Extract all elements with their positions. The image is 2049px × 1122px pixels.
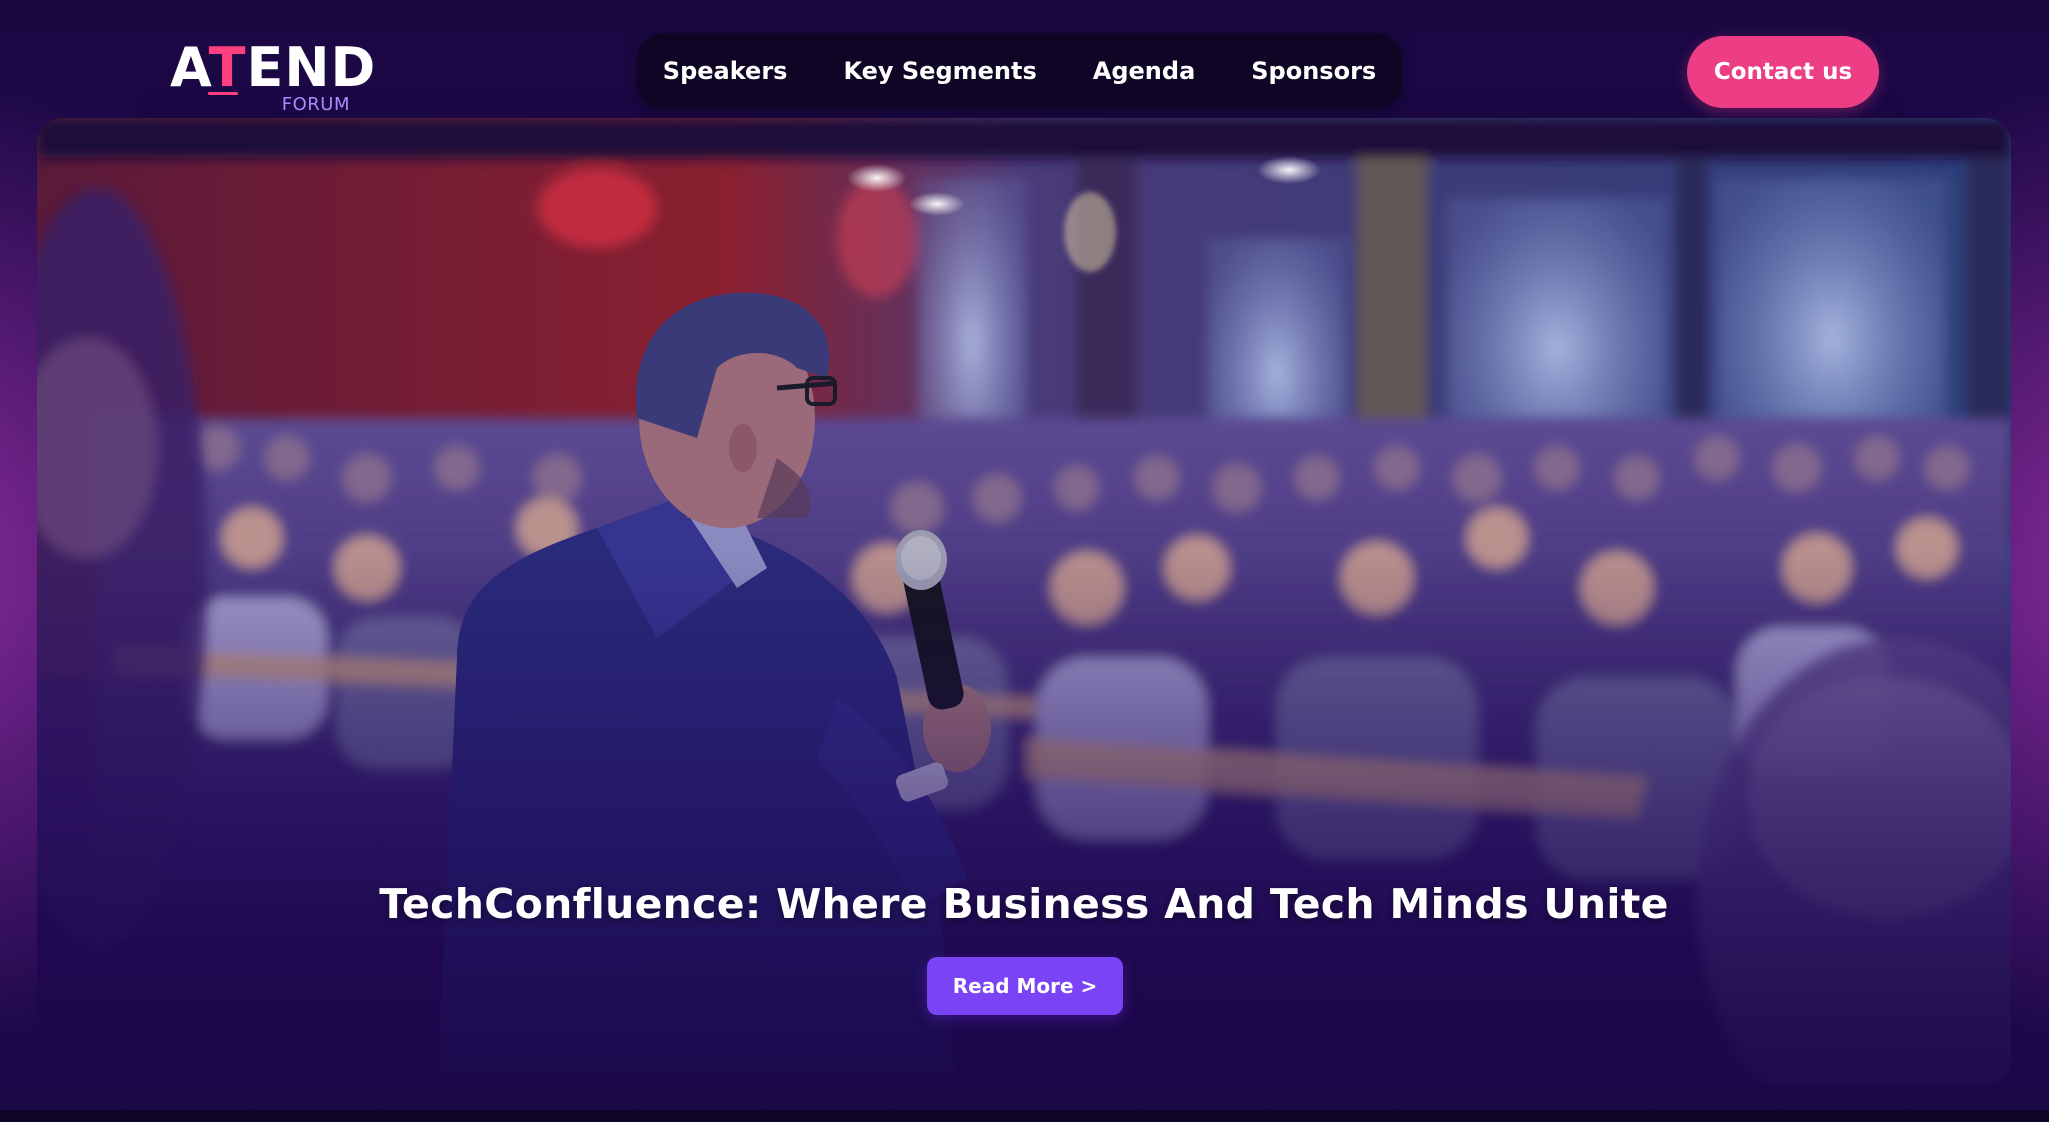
read-more-button[interactable]: Read More > (927, 957, 1123, 1015)
logo-underline (208, 92, 238, 95)
contact-us-button[interactable]: Contact us (1687, 36, 1879, 108)
logo-subtitle: FORUM (281, 94, 350, 115)
hero-title: TechConfluence: Where Business And Tech … (379, 880, 1669, 928)
hero-section: TechConfluence: Where Business And Tech … (37, 118, 2011, 1084)
main-nav: Speakers Key Segments Agenda Sponsors (637, 33, 1402, 109)
nav-link-speakers[interactable]: Speakers (663, 57, 788, 85)
logo-wordmark: ATEND (170, 36, 377, 99)
nav-link-agenda[interactable]: Agenda (1093, 57, 1196, 85)
footer-strip (0, 1110, 2049, 1122)
nav-link-sponsors[interactable]: Sponsors (1251, 57, 1376, 85)
logo[interactable]: ATEND FORUM (170, 40, 375, 118)
nav-link-key-segments[interactable]: Key Segments (843, 57, 1036, 85)
hero-gradient-overlay (37, 118, 2011, 1084)
